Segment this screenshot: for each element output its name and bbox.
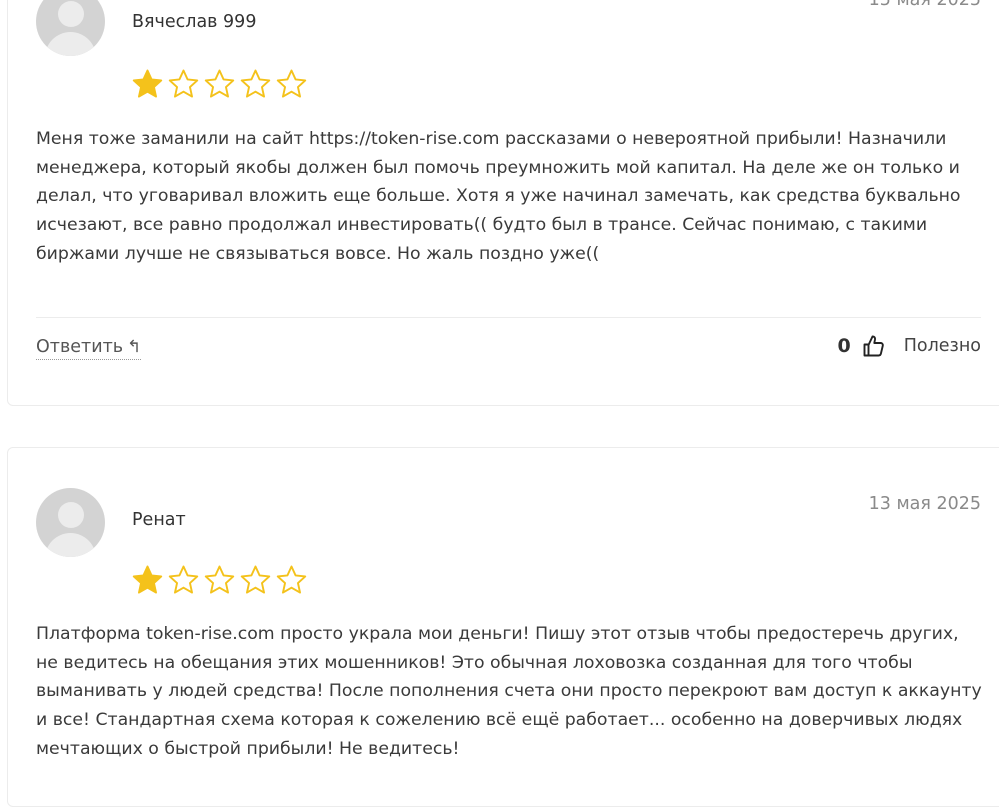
- avatar: [36, 0, 105, 56]
- star-empty-icon: [276, 69, 307, 98]
- thumbs-up-icon[interactable]: [862, 334, 886, 358]
- star-filled-icon: [132, 69, 163, 98]
- star-empty-icon: [204, 565, 235, 594]
- star-empty-icon: [204, 69, 235, 98]
- star-empty-icon: [240, 565, 271, 594]
- review-card: Ренат 13 мая 2025 Платформа token-rise.c…: [7, 447, 999, 807]
- divider: [36, 317, 981, 318]
- rating-stars: [131, 68, 308, 101]
- review-text: Меня тоже заманили на сайт https://token…: [36, 129, 961, 264]
- review-text: Платформа token-rise.com просто украла м…: [36, 624, 982, 759]
- star-empty-icon: [168, 565, 199, 594]
- review-author: Ренат: [132, 510, 186, 530]
- helpful-section: 0 Полезно: [837, 334, 981, 358]
- star-empty-icon: [168, 69, 199, 98]
- review-author: Вячеслав 999: [132, 12, 257, 32]
- rating-stars: [131, 564, 308, 597]
- star-empty-icon: [240, 69, 271, 98]
- like-count: 0: [837, 335, 851, 357]
- star-empty-icon: [276, 565, 307, 594]
- review-date: 15 мая 2025: [868, 0, 981, 10]
- review-date: 13 мая 2025: [868, 494, 981, 514]
- reply-arrow-icon: ↰: [127, 337, 142, 357]
- review-card: Вячеслав 999 15 мая 2025 Меня тоже заман…: [7, 0, 999, 406]
- reply-label: Ответить: [36, 337, 124, 357]
- reply-button[interactable]: Ответить ↰: [36, 337, 142, 360]
- avatar: [36, 488, 105, 557]
- star-filled-icon: [132, 565, 163, 594]
- helpful-button[interactable]: Полезно: [904, 336, 981, 356]
